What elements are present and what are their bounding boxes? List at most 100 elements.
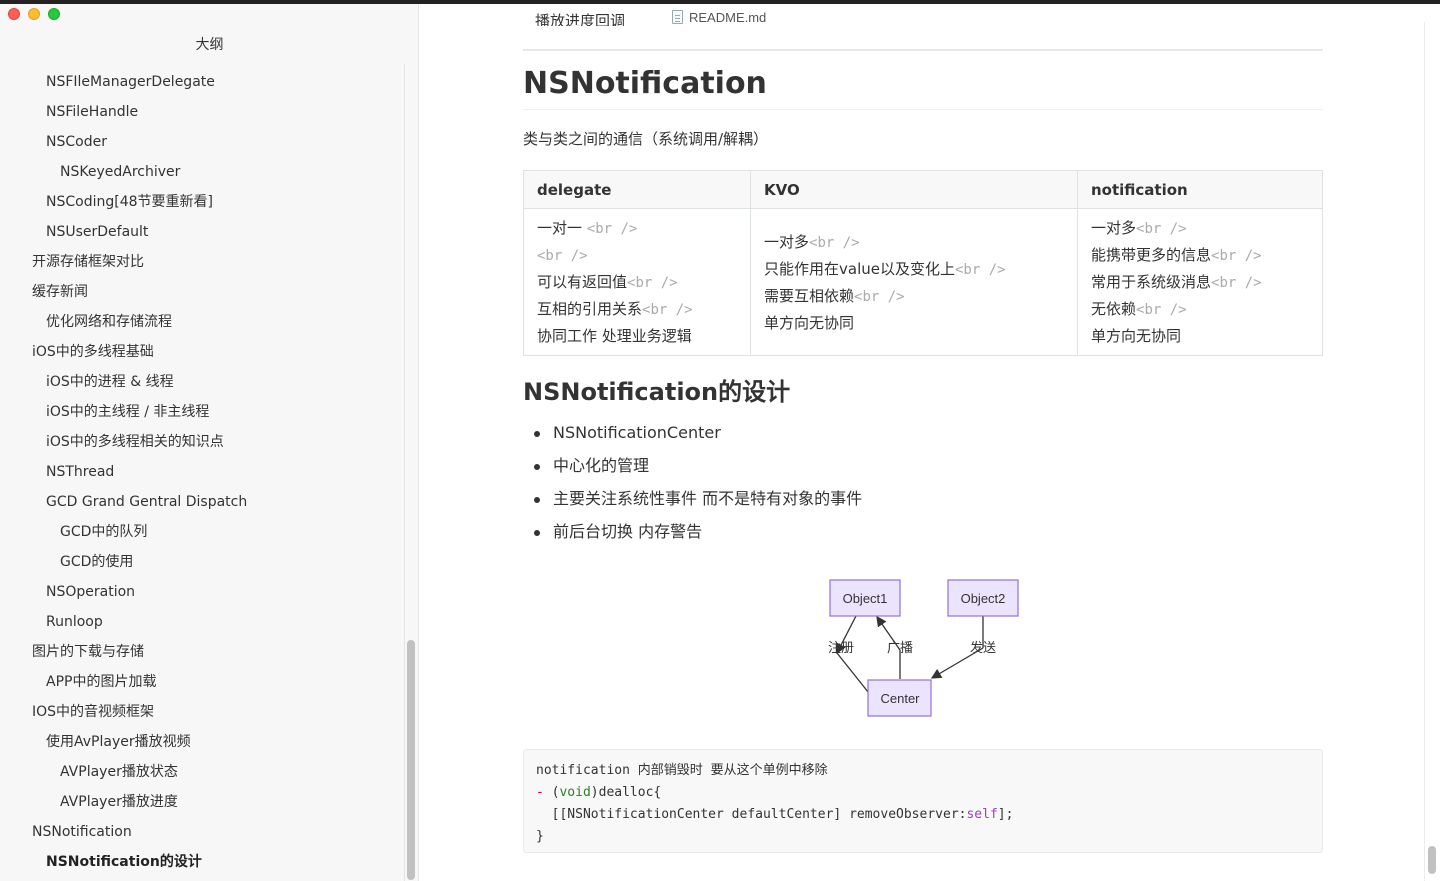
outline-item[interactable]: iOS中的多线程相关的知识点	[0, 427, 405, 457]
outline-item[interactable]: GCD的使用	[0, 547, 405, 577]
code-call-end: ];	[997, 807, 1014, 822]
br-tag-text: <br />	[642, 302, 693, 318]
outline-item[interactable]: NSCoding[48节要重新看]	[0, 187, 405, 217]
outline-item[interactable]: APP中的图片加载	[0, 667, 405, 697]
code-line: - (void)dealloc{	[536, 785, 662, 800]
outline-item[interactable]: NSCoder	[0, 127, 405, 157]
table-header-cell: KVO	[750, 170, 1078, 209]
code-line: [[NSNotificationCenter defaultCenter] re…	[536, 804, 1310, 826]
table-cell-line: <br />	[537, 242, 737, 269]
node-object1-label: Object1	[843, 591, 888, 606]
table-header-cell: delegate	[523, 170, 751, 209]
edge-label-broadcast: 广播	[887, 641, 913, 656]
cell-text: 一对多	[1091, 219, 1137, 237]
cell-text: 协同工作 处理业务逻辑	[537, 327, 692, 345]
code-self: self	[966, 807, 998, 822]
br-tag-text: <br />	[1136, 221, 1187, 237]
table-cell-kvo: 一对多<br /> 只能作用在value以及变化上<br /> 需要互相依赖<br …	[750, 208, 1078, 356]
code-void: void	[559, 785, 591, 800]
table-cell-line: 协同工作 处理业务逻辑	[537, 323, 737, 349]
node-center-label: Center	[880, 691, 920, 706]
outline-item[interactable]: NSFIleManagerDelegate	[0, 67, 405, 97]
table-cell-line: 互相的引用关系<br />	[537, 296, 737, 323]
document-area: 播放进度回调 README.md NSNotification 类与类之间的通信…	[420, 4, 1440, 881]
list-item: 主要关注系统性事件 而不是特有对象的事件	[523, 486, 862, 519]
outline-item[interactable]: Runloop	[0, 607, 405, 637]
document-scrollbar[interactable]	[1428, 846, 1436, 874]
br-tag-text: <br />	[627, 275, 678, 291]
cell-text: 一对多	[764, 232, 810, 251]
code-line: }	[536, 826, 1310, 848]
br-tag-text: <br />	[854, 288, 905, 305]
table-header-cell: notification	[1077, 170, 1323, 209]
outline-item[interactable]: iOS中的多线程基础	[0, 337, 405, 367]
outline-item[interactable]: GCD中的队列	[0, 517, 405, 547]
sidebar-scrollbar[interactable]	[407, 640, 415, 880]
table-cell-line: 无依赖<br />	[1091, 296, 1309, 323]
cell-text: 常用于系统级消息	[1091, 273, 1212, 291]
br-tag-text: <br />	[1211, 248, 1262, 264]
outline-item[interactable]: GCD Grand Gentral Dispatch	[0, 487, 405, 517]
outline-item[interactable]: 图片的下载与存储	[0, 637, 405, 667]
list-item: 中心化的管理	[523, 453, 862, 486]
code-comment: notification 内部销毁时 要从这个单例中移除	[536, 763, 828, 778]
code-block[interactable]: notification 内部销毁时 要从这个单例中移除 - (void)dea…	[523, 749, 1323, 853]
table-cell-line: 只能作用在value以及变化上<br />	[764, 256, 1064, 283]
heading-nsnotification-design: NSNotification的设计	[523, 378, 791, 406]
outline-item[interactable]: iOS中的主线程 / 非主线程	[0, 397, 405, 427]
br-tag-text: <br />	[809, 234, 860, 251]
table-cell-line: 可以有返回值<br />	[537, 269, 737, 296]
cell-text: 单方向无协同	[1091, 327, 1182, 345]
outline-item[interactable]: NSNotification	[0, 817, 405, 847]
table-cell-line: 一对多<br />	[764, 229, 1064, 256]
notification-flow-diagram: 注册 广播 发送 Object1 Object2 Center	[828, 579, 1019, 717]
outline-item[interactable]: IOS中的音视频框架	[0, 697, 405, 727]
table-cell-line: 一对多<br />	[1091, 215, 1309, 242]
design-bullet-list: NSNotificationCenter 中心化的管理 主要关注系统性事件 而不…	[523, 420, 862, 552]
code-close: }	[536, 829, 544, 844]
outline-item[interactable]: NSNotification的设计	[0, 847, 405, 877]
list-item: 前后台切换 内存警告	[523, 519, 862, 552]
code-signature: dealloc{	[598, 785, 662, 800]
outline-item[interactable]: 缓存新闻	[0, 277, 405, 307]
file-tab-label: README.md	[689, 9, 767, 25]
node-object2-label: Object2	[961, 591, 1006, 606]
outline-item[interactable]: 开源存储框架对比	[0, 247, 405, 277]
br-tag-text: <br />	[1211, 275, 1262, 291]
table-cell-line: 能携带更多的信息<br />	[1091, 242, 1309, 269]
document-icon	[672, 10, 683, 24]
outline-item[interactable]: NSUserDefault	[0, 217, 405, 247]
edge-label-send: 发送	[970, 640, 996, 656]
outline-item[interactable]: NSThread	[0, 457, 405, 487]
outline-item[interactable]: NSKeyedArchiver	[0, 157, 405, 187]
edge-label-register: 注册	[828, 641, 854, 656]
maximize-window-button[interactable]	[48, 8, 60, 20]
minimize-window-button[interactable]	[28, 8, 40, 20]
code-line: notification 内部销毁时 要从这个单例中移除	[536, 760, 1310, 782]
br-tag-text: <br />	[537, 248, 588, 264]
horizontal-rule	[523, 49, 1323, 51]
outline-item[interactable]: AVPlayer播放状态	[0, 757, 405, 787]
close-window-button[interactable]	[8, 8, 20, 20]
file-tab[interactable]: README.md	[672, 8, 766, 26]
comparison-table: delegate KVO notification 一对一 <br /> <br …	[523, 170, 1323, 356]
table-cell-delegate: 一对一 <br /> <br /> 可以有返回值<br /> 互相的引用关系<br /…	[523, 208, 751, 356]
outline-item[interactable]: AVPlayer播放进度	[0, 787, 405, 817]
outline-item[interactable]: 使用AvPlayer播放视频	[0, 727, 405, 757]
outline-item[interactable]: NSFileHandle	[0, 97, 405, 127]
heading-nsnotification: NSNotification	[523, 66, 1323, 110]
br-tag-text: <br />	[954, 261, 1006, 278]
outline-item[interactable]: iOS中的进程 & 线程	[0, 367, 405, 397]
table-cell-line: 一对一 <br />	[537, 215, 737, 242]
outline-item[interactable]: NSOperation	[0, 577, 405, 607]
outline-item[interactable]: 优化网络和存储流程	[0, 307, 405, 337]
table-cell-line: 单方向无协同	[764, 310, 1064, 336]
outline-sidebar: 大纲 NSFIleManagerDelegate NSFileHandle NSCo…	[0, 4, 419, 881]
cell-text: 单方向无协同	[764, 313, 855, 332]
table-cell-line: 单方向无协同	[1091, 323, 1309, 349]
intro-paragraph: 类与类之间的通信（系统调用/解耦）	[523, 130, 769, 148]
code-call: [[NSNotificationCenter defaultCenter] re…	[536, 807, 967, 822]
table-row: 一对一 <br /> <br /> 可以有返回值<br /> 互相的引用关系<br /…	[523, 208, 1323, 356]
sidebar-scroll-track	[404, 64, 405, 881]
cell-text: 可以有返回值	[537, 273, 628, 291]
